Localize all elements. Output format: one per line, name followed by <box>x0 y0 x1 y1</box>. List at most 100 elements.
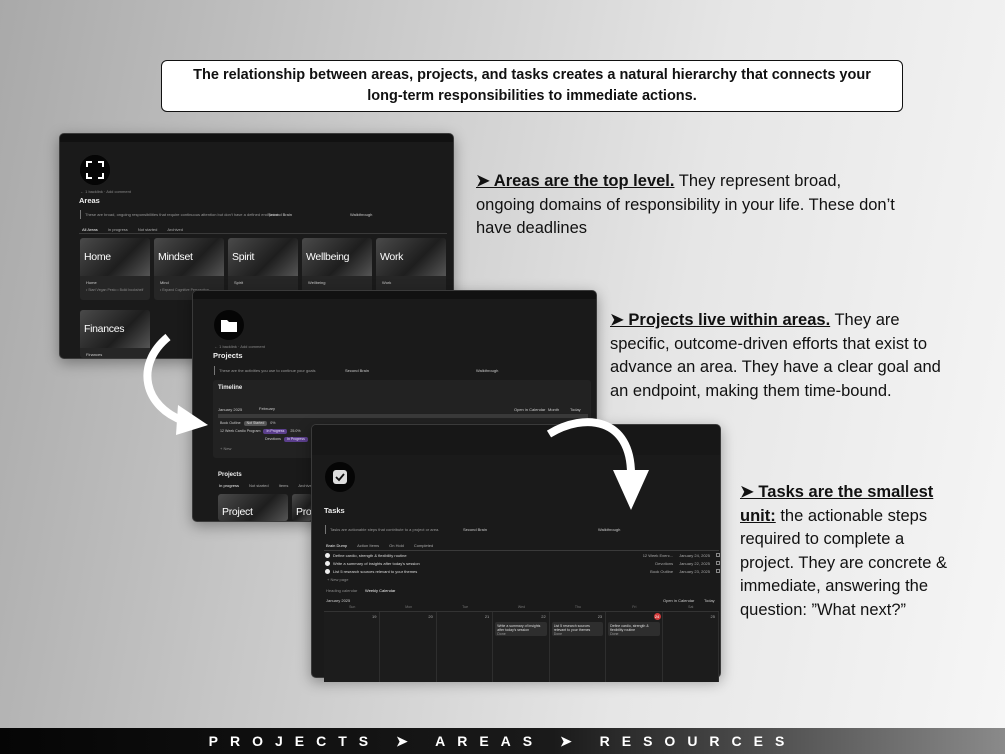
timeline-new-button[interactable]: + New <box>220 446 231 451</box>
window-topbar <box>60 134 453 142</box>
project-card[interactable]: Pro <box>292 494 312 521</box>
view-tab-weekly-calendar[interactable]: Weekly Calendar <box>365 588 395 593</box>
projects-link-second-brain[interactable]: Second Brain <box>345 368 369 373</box>
task-checkbox[interactable] <box>716 553 720 557</box>
timeline-row[interactable]: Book Outline Not Started 0% <box>220 420 276 426</box>
timeline-title: Timeline <box>218 385 243 391</box>
timeline-row[interactable]: 12 Week Cardio Program In Progress 25.0% <box>220 428 301 434</box>
projects-breadcrumb[interactable]: ← 1 backlink · Add comment <box>214 344 265 349</box>
task-row[interactable]: Write a summary of insights after today'… <box>325 560 720 567</box>
calendar-grid: 19 20 21 22 Write a summary of insights afte… <box>324 611 719 682</box>
open-in-calendar-button[interactable]: Open in Calendar <box>514 407 545 412</box>
window-topbar <box>193 291 596 299</box>
calendar-today-button[interactable]: Today <box>704 598 715 603</box>
timeline-row[interactable]: Devotions In Progress <box>265 436 308 442</box>
task-name: Write a summary of insights after today'… <box>333 561 420 566</box>
tasks-description: Tasks are actionable steps that contribu… <box>325 525 439 534</box>
tasks-link-walkthrough[interactable]: Walkthrough <box>598 527 620 532</box>
calendar-day-cell[interactable]: 22 Write a summary of insights after toda… <box>493 612 550 682</box>
tasks-link-second-brain[interactable]: Second Brain <box>463 527 487 532</box>
areas-description: These are broad, ongoing responsibilitie… <box>80 210 279 219</box>
tab-items[interactable]: Items <box>279 483 289 488</box>
tab-completed[interactable]: Completed <box>414 543 433 548</box>
tasks-page-title: Tasks <box>324 506 345 515</box>
tab-brain-dump[interactable]: Brain Dump <box>326 543 347 548</box>
areas-divider <box>79 233 447 234</box>
calendar-task-done[interactable]: Done <box>497 632 544 636</box>
focus-icon <box>80 155 110 185</box>
calendar-task-card[interactable]: List 5 research sources relevant to your… <box>551 622 604 636</box>
projects-page-title: Projects <box>213 351 243 360</box>
calendar-day-cell[interactable]: 21 <box>436 612 494 682</box>
calendar-open-button[interactable]: Open in Calendar <box>663 598 694 603</box>
tasks-divider <box>324 550 719 551</box>
tab-not-started[interactable]: Not started <box>249 483 269 488</box>
task-circle-icon <box>325 553 330 558</box>
window-topbar <box>312 425 720 455</box>
project-card[interactable]: Project <box>218 494 288 521</box>
calendar-day-cell[interactable]: 20 <box>380 612 437 682</box>
calendar-day-cell[interactable]: 19 <box>324 612 381 682</box>
row-extra: 25.0% <box>290 429 301 433</box>
areas-caption-bold: ➤ Areas are the top level. <box>476 172 675 190</box>
areas-breadcrumb[interactable]: ← 1 backlink · Add comment <box>80 189 131 194</box>
calendar-day-cell[interactable]: 24 Define cardio, strength & flexibility … <box>606 612 663 682</box>
calendar-task-done[interactable]: Done <box>554 632 601 636</box>
areas-caption: ➤ Areas are the top level. They represen… <box>476 170 896 241</box>
area-card-title: Spirit <box>228 238 298 276</box>
areas-page-title: Areas <box>79 196 100 205</box>
areas-link-walkthrough[interactable]: Walkthrough <box>350 212 372 217</box>
area-card-title: Mindset <box>154 238 224 276</box>
folder-icon <box>214 310 244 340</box>
tab-in-progress[interactable]: In progress <box>108 227 128 232</box>
tasks-tabs[interactable]: Brain Dump Action Items On Hold Complete… <box>326 543 433 548</box>
task-name: List 5 research sources relevant to your… <box>333 569 418 574</box>
projects-tabs[interactable]: In progress Not started Items Archived <box>219 483 314 488</box>
timeline-day-row <box>218 414 588 418</box>
new-page-button[interactable]: + New page <box>327 577 348 582</box>
projects-caption: ➤ Projects live within areas. They are s… <box>610 309 955 403</box>
calendar-task-card[interactable]: Write a summary of insights after today'… <box>495 622 547 636</box>
calendar-day-cell[interactable]: 25 <box>662 612 719 682</box>
area-card-label: Spirit <box>234 280 244 285</box>
tab-archived[interactable]: Archived <box>167 227 183 232</box>
task-row[interactable]: Define cardio, strength & flexibility ro… <box>325 552 720 559</box>
area-card-label: Home <box>86 280 97 285</box>
calendar-task-done[interactable]: Done <box>610 632 657 636</box>
tab-all-areas[interactable]: All Areas <box>82 227 98 232</box>
projects-link-walkthrough[interactable]: Walkthrough <box>476 368 498 373</box>
footer-banner: PROJECTS ➤ AREAS ➤ RESOURCES <box>0 728 1005 754</box>
tab-in-progress[interactable]: In progress <box>219 483 239 488</box>
day-number: 19 <box>371 614 377 619</box>
tab-not-started[interactable]: Not started <box>138 227 158 232</box>
day-number: 24 <box>653 613 661 620</box>
day-number: 22 <box>541 614 546 619</box>
task-checkbox[interactable] <box>716 569 720 573</box>
calendar-task-card[interactable]: Define cardio, strength & flexibility ro… <box>608 622 660 636</box>
task-checkbox[interactable] <box>716 561 720 565</box>
area-card-title: Work <box>376 238 446 276</box>
projects-caption-bold: ➤ Projects live within areas. <box>610 311 831 329</box>
timeline-month-2: February <box>259 406 276 411</box>
row-name: Devotions <box>265 437 281 441</box>
calendar-day-cell[interactable]: 23 List 5 research sources relevant to yo… <box>549 612 607 682</box>
view-tab-heading-calendar[interactable]: Heading calendar <box>326 588 357 593</box>
day-number: 25 <box>710 614 715 619</box>
checkbox-icon <box>325 462 355 492</box>
calendar-task-text: Define cardio, strength & flexibility ro… <box>610 624 649 632</box>
status-badge: In Progress <box>283 436 308 442</box>
areas-link-second-brain[interactable]: Second Brain <box>268 212 292 217</box>
project-card-title: Pro <box>292 494 312 521</box>
task-row[interactable]: List 5 research sources relevant to your… <box>325 568 720 575</box>
row-name: 12 Week Cardio Program <box>220 429 261 433</box>
status-badge: In Progress <box>263 428 288 434</box>
day-number: 20 <box>428 614 433 619</box>
tab-action-items[interactable]: Action Items <box>357 543 379 548</box>
areas-tabs[interactable]: All Areas In progress Not started Archiv… <box>82 227 183 232</box>
projects-description: These are the activities you use to cont… <box>214 366 316 375</box>
footer-text: PROJECTS ➤ AREAS ➤ RESOURCES <box>208 732 797 749</box>
area-card-title: Home <box>80 238 150 276</box>
tab-on-hold[interactable]: On Hold <box>389 543 404 548</box>
area-card-home[interactable]: Home Home • Start Vegan Pesto • Build bo… <box>80 238 150 300</box>
curved-arrow-icon <box>546 418 649 510</box>
